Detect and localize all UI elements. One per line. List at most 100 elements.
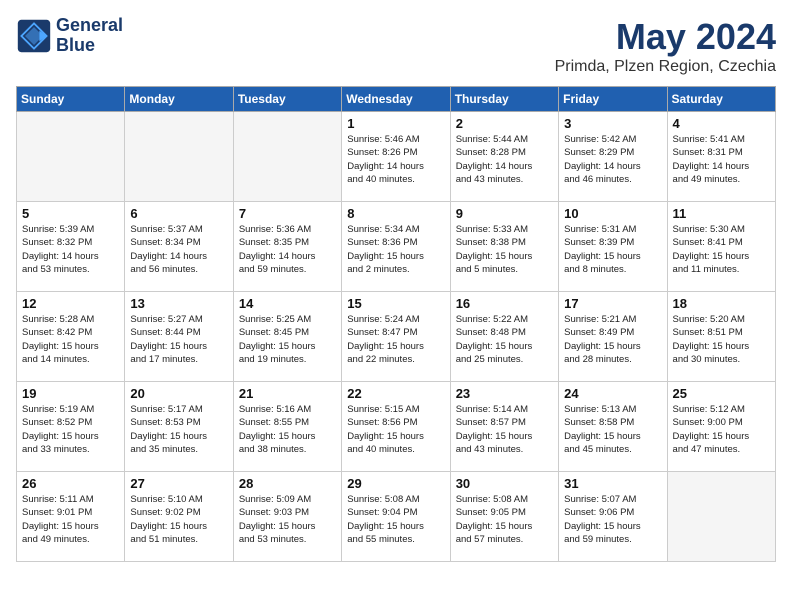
weekday-header-sunday: Sunday <box>17 87 125 112</box>
day-number: 7 <box>239 206 336 221</box>
cell-info: Sunrise: 5:33 AM Sunset: 8:38 PM Dayligh… <box>456 223 553 276</box>
calendar-cell: 9 Sunrise: 5:33 AM Sunset: 8:38 PM Daylig… <box>450 202 558 292</box>
calendar-cell: 19 Sunrise: 5:19 AM Sunset: 8:52 PM Dayli… <box>17 382 125 472</box>
calendar-cell: 18Sunrise: 5:20 AM Sunset: 8:51 PM Dayli… <box>667 292 775 382</box>
cell-info: Sunrise: 5:12 AM Sunset: 9:00 PM Dayligh… <box>673 403 770 456</box>
day-number: 27 <box>130 476 227 491</box>
cell-info: Sunrise: 5:13 AM Sunset: 8:58 PM Dayligh… <box>564 403 661 456</box>
calendar-table: SundayMondayTuesdayWednesdayThursdayFrid… <box>16 86 776 562</box>
cell-info: Sunrise: 5:11 AM Sunset: 9:01 PM Dayligh… <box>22 493 119 546</box>
day-number: 25 <box>673 386 770 401</box>
calendar-cell: 20Sunrise: 5:17 AM Sunset: 8:53 PM Dayli… <box>125 382 233 472</box>
calendar-cell: 6 Sunrise: 5:37 AM Sunset: 8:34 PM Daylig… <box>125 202 233 292</box>
day-number: 29 <box>347 476 444 491</box>
cell-info: Sunrise: 5:16 AM Sunset: 8:55 PM Dayligh… <box>239 403 336 456</box>
calendar-cell <box>17 112 125 202</box>
calendar-cell: 7Sunrise: 5:36 AM Sunset: 8:35 PM Daylig… <box>233 202 341 292</box>
day-number: 31 <box>564 476 661 491</box>
calendar-cell <box>125 112 233 202</box>
weekday-header-wednesday: Wednesday <box>342 87 450 112</box>
day-number: 19 <box>22 386 119 401</box>
day-number: 5 <box>22 206 119 221</box>
cell-info: Sunrise: 5:27 AM Sunset: 8:44 PM Dayligh… <box>130 313 227 366</box>
day-number: 9 <box>456 206 553 221</box>
day-number: 12 <box>22 296 119 311</box>
cell-info: Sunrise: 5:08 AM Sunset: 9:04 PM Dayligh… <box>347 493 444 546</box>
calendar-cell: 15Sunrise: 5:24 AM Sunset: 8:47 PM Dayli… <box>342 292 450 382</box>
day-number: 21 <box>239 386 336 401</box>
day-number: 30 <box>456 476 553 491</box>
day-number: 3 <box>564 116 661 131</box>
title-block: May 2024 Primda, Plzen Region, Czechia <box>555 16 776 76</box>
cell-info: Sunrise: 5:37 AM Sunset: 8:34 PM Dayligh… <box>130 223 227 276</box>
day-number: 10 <box>564 206 661 221</box>
page-header: General Blue May 2024 Primda, Plzen Regi… <box>16 16 776 76</box>
weekday-header-saturday: Saturday <box>667 87 775 112</box>
cell-info: Sunrise: 5:39 AM Sunset: 8:32 PM Dayligh… <box>22 223 119 276</box>
location: Primda, Plzen Region, Czechia <box>555 58 776 76</box>
cell-info: Sunrise: 5:24 AM Sunset: 8:47 PM Dayligh… <box>347 313 444 366</box>
calendar-week-2: 5 Sunrise: 5:39 AM Sunset: 8:32 PM Daylig… <box>17 202 776 292</box>
day-number: 11 <box>673 206 770 221</box>
calendar-cell: 27Sunrise: 5:10 AM Sunset: 9:02 PM Dayli… <box>125 472 233 562</box>
calendar-cell: 25 Sunrise: 5:12 AM Sunset: 9:00 PM Dayli… <box>667 382 775 472</box>
cell-info: Sunrise: 5:25 AM Sunset: 8:45 PM Dayligh… <box>239 313 336 366</box>
calendar-cell: 31 Sunrise: 5:07 AM Sunset: 9:06 PM Dayli… <box>559 472 667 562</box>
day-number: 17 <box>564 296 661 311</box>
day-number: 16 <box>456 296 553 311</box>
calendar-cell: 13 Sunrise: 5:27 AM Sunset: 8:44 PM Dayli… <box>125 292 233 382</box>
day-number: 14 <box>239 296 336 311</box>
day-number: 23 <box>456 386 553 401</box>
cell-info: Sunrise: 5:44 AM Sunset: 8:28 PM Dayligh… <box>456 133 553 186</box>
day-number: 13 <box>130 296 227 311</box>
calendar-cell: 28 Sunrise: 5:09 AM Sunset: 9:03 PM Dayli… <box>233 472 341 562</box>
cell-info: Sunrise: 5:08 AM Sunset: 9:05 PM Dayligh… <box>456 493 553 546</box>
weekday-header-friday: Friday <box>559 87 667 112</box>
calendar-cell: 11 Sunrise: 5:30 AM Sunset: 8:41 PM Dayli… <box>667 202 775 292</box>
calendar-cell <box>667 472 775 562</box>
calendar-cell: 23 Sunrise: 5:14 AM Sunset: 8:57 PM Dayli… <box>450 382 558 472</box>
cell-info: Sunrise: 5:46 AM Sunset: 8:26 PM Dayligh… <box>347 133 444 186</box>
calendar-week-4: 19 Sunrise: 5:19 AM Sunset: 8:52 PM Dayli… <box>17 382 776 472</box>
calendar-cell: 29 Sunrise: 5:08 AM Sunset: 9:04 PM Dayli… <box>342 472 450 562</box>
logo-text: General Blue <box>56 16 123 56</box>
calendar-cell: 8Sunrise: 5:34 AM Sunset: 8:36 PM Daylig… <box>342 202 450 292</box>
calendar-cell: 2Sunrise: 5:44 AM Sunset: 8:28 PM Daylig… <box>450 112 558 202</box>
calendar-cell <box>233 112 341 202</box>
day-number: 20 <box>130 386 227 401</box>
weekday-header-tuesday: Tuesday <box>233 87 341 112</box>
cell-info: Sunrise: 5:09 AM Sunset: 9:03 PM Dayligh… <box>239 493 336 546</box>
logo: General Blue <box>16 16 123 56</box>
calendar-cell: 30 Sunrise: 5:08 AM Sunset: 9:05 PM Dayli… <box>450 472 558 562</box>
weekday-header-row: SundayMondayTuesdayWednesdayThursdayFrid… <box>17 87 776 112</box>
day-number: 28 <box>239 476 336 491</box>
day-number: 6 <box>130 206 227 221</box>
calendar-cell: 1 Sunrise: 5:46 AM Sunset: 8:26 PM Daylig… <box>342 112 450 202</box>
cell-info: Sunrise: 5:14 AM Sunset: 8:57 PM Dayligh… <box>456 403 553 456</box>
cell-info: Sunrise: 5:34 AM Sunset: 8:36 PM Dayligh… <box>347 223 444 276</box>
cell-info: Sunrise: 5:31 AM Sunset: 8:39 PM Dayligh… <box>564 223 661 276</box>
cell-info: Sunrise: 5:21 AM Sunset: 8:49 PM Dayligh… <box>564 313 661 366</box>
weekday-header-monday: Monday <box>125 87 233 112</box>
cell-info: Sunrise: 5:19 AM Sunset: 8:52 PM Dayligh… <box>22 403 119 456</box>
calendar-cell: 12 Sunrise: 5:28 AM Sunset: 8:42 PM Dayli… <box>17 292 125 382</box>
logo-icon <box>16 18 52 54</box>
day-number: 1 <box>347 116 444 131</box>
cell-info: Sunrise: 5:42 AM Sunset: 8:29 PM Dayligh… <box>564 133 661 186</box>
month-year: May 2024 <box>555 16 776 58</box>
day-number: 26 <box>22 476 119 491</box>
calendar-week-5: 26 Sunrise: 5:11 AM Sunset: 9:01 PM Dayli… <box>17 472 776 562</box>
day-number: 18 <box>673 296 770 311</box>
cell-info: Sunrise: 5:41 AM Sunset: 8:31 PM Dayligh… <box>673 133 770 186</box>
cell-info: Sunrise: 5:15 AM Sunset: 8:56 PM Dayligh… <box>347 403 444 456</box>
calendar-cell: 16Sunrise: 5:22 AM Sunset: 8:48 PM Dayli… <box>450 292 558 382</box>
cell-info: Sunrise: 5:28 AM Sunset: 8:42 PM Dayligh… <box>22 313 119 366</box>
calendar-cell: 17 Sunrise: 5:21 AM Sunset: 8:49 PM Dayli… <box>559 292 667 382</box>
calendar-week-3: 12 Sunrise: 5:28 AM Sunset: 8:42 PM Dayli… <box>17 292 776 382</box>
day-number: 4 <box>673 116 770 131</box>
cell-info: Sunrise: 5:07 AM Sunset: 9:06 PM Dayligh… <box>564 493 661 546</box>
calendar-cell: 26 Sunrise: 5:11 AM Sunset: 9:01 PM Dayli… <box>17 472 125 562</box>
calendar-cell: 14 Sunrise: 5:25 AM Sunset: 8:45 PM Dayli… <box>233 292 341 382</box>
cell-info: Sunrise: 5:30 AM Sunset: 8:41 PM Dayligh… <box>673 223 770 276</box>
calendar-cell: 4 Sunrise: 5:41 AM Sunset: 8:31 PM Daylig… <box>667 112 775 202</box>
